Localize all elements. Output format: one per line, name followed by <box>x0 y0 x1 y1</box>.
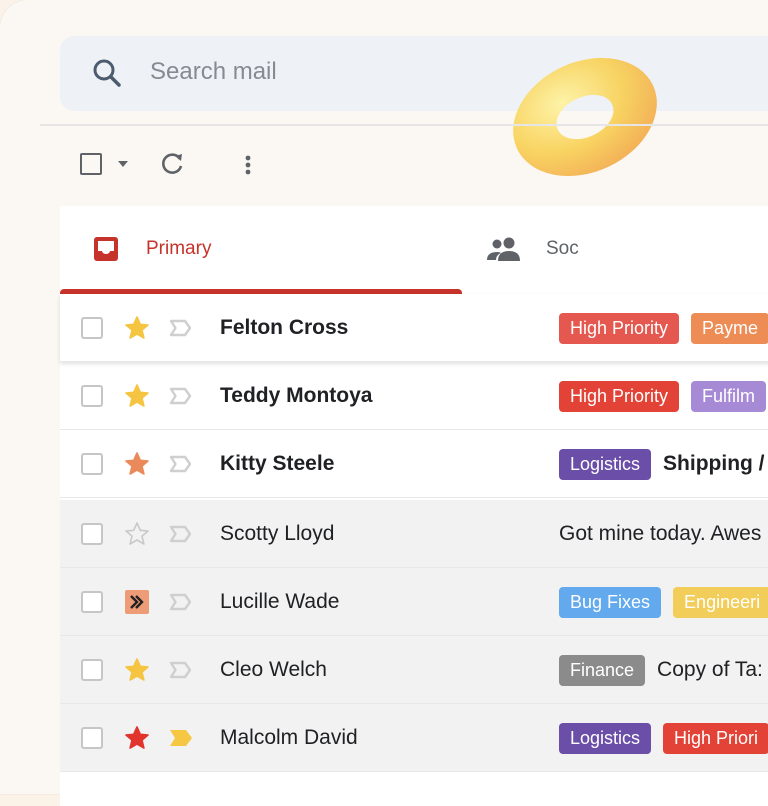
label-chip[interactable]: High Priority <box>559 312 680 344</box>
important-outline-icon[interactable] <box>168 318 194 338</box>
message-list: Primary Soc Felton Cross High Priority Pay… <box>60 206 768 806</box>
inbox-icon <box>94 237 118 261</box>
select-all-checkbox[interactable] <box>80 153 102 175</box>
sender-name: Cleo Welch <box>220 658 327 681</box>
label-chip[interactable]: Finance <box>559 654 646 686</box>
more-options-icon[interactable] <box>240 150 256 180</box>
label-chip[interactable]: Bug Fixes <box>559 586 662 618</box>
row-checkbox[interactable] <box>81 591 103 613</box>
star-yellow-icon[interactable] <box>124 383 150 409</box>
mail-panel: Search mail Primary Soc Felton Cross Hig… <box>0 0 768 806</box>
sender-name: Teddy Montoya <box>220 384 373 407</box>
label-chip[interactable]: High Priority <box>559 380 680 412</box>
message-row[interactable]: Felton Cross High Priority Payme <box>60 294 768 362</box>
row-checkbox[interactable] <box>81 727 103 749</box>
subject-text: Got mine today. Awes <box>559 522 762 545</box>
label-chip[interactable]: Logistics <box>559 448 652 480</box>
label-chip[interactable]: Logistics <box>559 722 652 754</box>
message-row[interactable]: Scotty Lloyd Got mine today. Awes <box>60 500 768 568</box>
message-row[interactable]: Cleo Welch Finance Copy of Ta: <box>60 636 768 704</box>
sender-name: Lucille Wade <box>220 590 340 613</box>
star-yellow-icon[interactable] <box>124 657 150 683</box>
toolbar <box>0 140 400 190</box>
sender-name: Scotty Lloyd <box>220 522 335 545</box>
row-checkbox[interactable] <box>81 317 103 339</box>
sender-name: Malcolm David <box>220 726 358 749</box>
tab-social-label: Soc <box>546 238 579 259</box>
label-chip[interactable]: Engineeri <box>673 586 768 618</box>
star-red-icon[interactable] <box>124 725 150 751</box>
important-outline-icon[interactable] <box>168 454 194 474</box>
important-filled-icon[interactable] <box>168 728 194 748</box>
message-row[interactable]: Teddy Montoya High Priority Fulfilm <box>60 362 768 430</box>
important-outline-icon[interactable] <box>168 592 194 612</box>
star-empty-icon[interactable] <box>124 521 150 547</box>
search-input[interactable]: Search mail <box>150 58 277 86</box>
important-outline-icon[interactable] <box>168 524 194 544</box>
sender-name: Felton Cross <box>220 316 349 339</box>
label-chip[interactable]: High Priori <box>663 722 768 754</box>
message-preview: High Priority Payme <box>559 311 768 345</box>
row-checkbox[interactable] <box>81 453 103 475</box>
important-outline-icon[interactable] <box>168 660 194 680</box>
sender-name: Kitty Steele <box>220 452 335 475</box>
row-checkbox[interactable] <box>81 523 103 545</box>
message-preview: Logistics Shipping / <box>559 447 768 481</box>
message-row[interactable]: Malcolm David Logistics High Priori <box>60 704 768 772</box>
search-icon[interactable] <box>90 56 124 90</box>
label-chip[interactable]: Payme <box>691 312 768 344</box>
donut-decoration <box>513 57 657 177</box>
message-row[interactable]: Kitty Steele Logistics Shipping / <box>60 430 768 498</box>
message-preview: Logistics High Priori <box>559 721 768 755</box>
row-checkbox[interactable] <box>81 385 103 407</box>
star-yellow-icon[interactable] <box>124 315 150 341</box>
subject-text: Copy of Ta: <box>657 658 763 681</box>
row-checkbox[interactable] <box>81 659 103 681</box>
double-chevron-icon[interactable] <box>124 589 150 615</box>
label-chip[interactable]: Fulfilm <box>691 380 767 412</box>
star-orange-icon[interactable] <box>124 451 150 477</box>
message-preview: Bug Fixes Engineeri <box>559 585 768 619</box>
message-preview: Got mine today. Awes <box>559 517 768 551</box>
message-preview: Finance Copy of Ta: <box>559 653 768 687</box>
category-tabs: Primary Soc <box>60 206 768 294</box>
people-icon <box>487 237 520 261</box>
important-outline-icon[interactable] <box>168 386 194 406</box>
header-divider <box>40 124 768 126</box>
refresh-icon[interactable] <box>158 150 186 178</box>
tab-primary[interactable]: Primary <box>60 206 462 294</box>
message-preview: High Priority Fulfilm <box>559 379 768 413</box>
select-dropdown-icon[interactable] <box>118 161 128 167</box>
tab-primary-label: Primary <box>146 238 212 259</box>
subject-text: Shipping / <box>663 452 765 475</box>
message-row[interactable]: Lucille Wade Bug Fixes Engineeri <box>60 568 768 636</box>
tab-social[interactable]: Soc <box>480 206 768 294</box>
